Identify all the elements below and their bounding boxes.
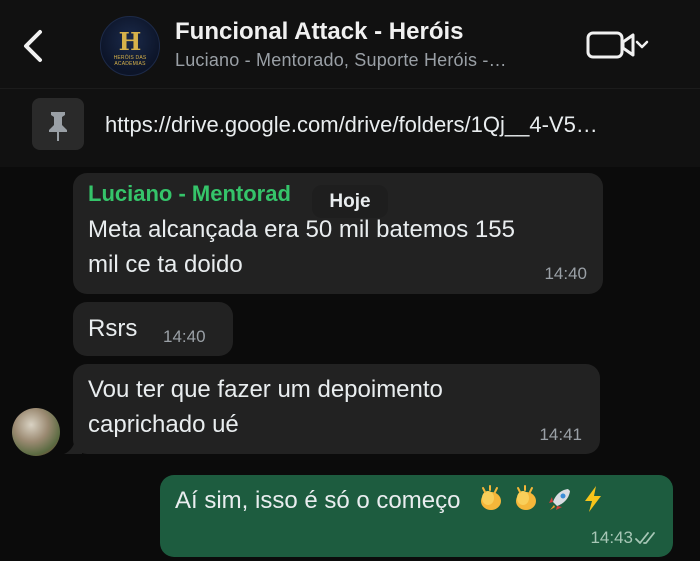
- message-text-content: Aí sim, isso é só o começo: [175, 487, 461, 514]
- group-logo-text: HERÓIS DAS ACADEMIAS: [113, 55, 147, 67]
- message-time: 14:43: [590, 528, 633, 547]
- message-text: Rsrs: [88, 315, 138, 342]
- clapping-hands-icon: [515, 485, 536, 510]
- clapping-hands-icon: [481, 485, 502, 510]
- chat-header: H HERÓIS DAS ACADEMIAS Funcional Attack …: [0, 0, 700, 88]
- message-time: 14:41: [539, 425, 582, 444]
- date-separator: Hoje: [312, 185, 388, 218]
- bubble-tail: [64, 436, 82, 454]
- message-text-line: Meta alcançada era 50 mil batemos 155: [88, 216, 515, 243]
- video-call-icon[interactable]: [586, 28, 652, 62]
- message-text: Aí sim, isso é só o começo: [175, 483, 605, 518]
- back-arrow-icon[interactable]: [16, 26, 50, 66]
- pin-icon-box: [32, 98, 84, 150]
- message-emojis: [477, 485, 605, 514]
- message-bubble[interactable]: Rsrs 14:40: [73, 302, 233, 356]
- group-logo-icon: H: [118, 27, 142, 56]
- outgoing-message-bubble[interactable]: Aí sim, isso é só o começo 14:43: [160, 475, 673, 557]
- pin-icon: [49, 112, 67, 141]
- message-text-line: Vou ter que fazer um depoimento: [88, 376, 443, 403]
- message-bubble[interactable]: Vou ter que fazer um depoimento capricha…: [73, 364, 600, 454]
- high-voltage-icon: [585, 486, 602, 512]
- pinned-message-bar[interactable]: https://drive.google.com/drive/folders/1…: [0, 88, 700, 167]
- sender-name[interactable]: Luciano - Mentorad: [88, 181, 291, 207]
- sender-avatar[interactable]: [12, 408, 60, 456]
- chevron-down-icon: [635, 40, 649, 49]
- message-time: 14:40: [544, 264, 587, 283]
- read-receipt-icon: [635, 532, 655, 544]
- chat-participants[interactable]: Luciano - Mentorado, Suporte Heróis -…: [175, 50, 507, 71]
- message-time: 14:40: [163, 327, 206, 346]
- group-avatar[interactable]: H HERÓIS DAS ACADEMIAS: [100, 16, 160, 76]
- chat-title[interactable]: Funcional Attack - Heróis: [175, 18, 464, 46]
- message-text-line: caprichado ué: [88, 411, 239, 438]
- rocket-icon: [549, 489, 571, 510]
- pinned-link[interactable]: https://drive.google.com/drive/folders/1…: [105, 112, 598, 138]
- message-text-line: mil ce ta doido: [88, 251, 243, 278]
